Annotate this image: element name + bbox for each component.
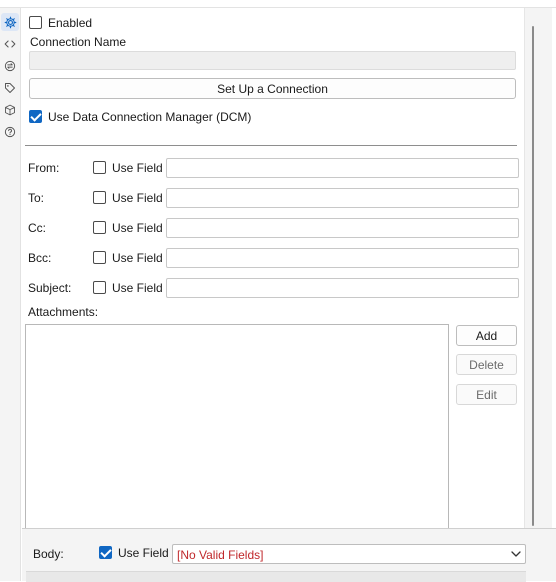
use-field-checkbox[interactable] bbox=[93, 191, 106, 204]
use-field-checkbox[interactable] bbox=[93, 251, 106, 264]
dcm-label: Use Data Connection Manager (DCM) bbox=[48, 110, 252, 124]
section-divider bbox=[25, 145, 517, 146]
code-icon[interactable] bbox=[3, 37, 17, 51]
body-label: Body: bbox=[33, 547, 64, 561]
body-use-field-label: Use Field bbox=[118, 546, 169, 560]
field-label: Bcc: bbox=[28, 251, 52, 265]
address-input[interactable] bbox=[166, 158, 519, 178]
window-top-edge bbox=[0, 0, 556, 8]
address-input[interactable] bbox=[166, 218, 519, 238]
enabled-label: Enabled bbox=[48, 16, 93, 30]
connection-name-label: Connection Name bbox=[30, 35, 127, 49]
connection-name-field[interactable] bbox=[29, 51, 516, 70]
attachments-label: Attachments: bbox=[28, 305, 99, 319]
attachments-list[interactable] bbox=[25, 324, 449, 530]
use-field-label: Use Field bbox=[112, 221, 163, 235]
package-icon[interactable] bbox=[3, 103, 17, 117]
help-icon[interactable] bbox=[3, 125, 17, 139]
dcm-checkbox[interactable] bbox=[29, 110, 42, 123]
sidebar-rail bbox=[0, 8, 21, 581]
body-use-field-checkbox[interactable] bbox=[99, 546, 112, 559]
scrollbar-thumb[interactable] bbox=[532, 26, 534, 526]
body-field-select[interactable]: [No Valid Fields] bbox=[172, 544, 526, 564]
address-input[interactable] bbox=[166, 188, 519, 208]
add-attachment-button[interactable]: Add bbox=[456, 325, 517, 346]
configuration-panel: Enabled Connection Name Set Up a Connect… bbox=[22, 8, 524, 530]
field-label: Subject: bbox=[28, 281, 72, 295]
address-input[interactable] bbox=[166, 278, 519, 298]
use-field-label: Use Field bbox=[112, 191, 163, 205]
use-field-checkbox[interactable] bbox=[93, 161, 106, 174]
set-up-connection-button[interactable]: Set Up a Connection bbox=[29, 78, 516, 99]
delete-attachment-button[interactable]: Delete bbox=[456, 354, 517, 375]
use-field-checkbox[interactable] bbox=[93, 281, 106, 294]
chevron-down-icon bbox=[511, 551, 521, 557]
field-label: Cc: bbox=[28, 221, 46, 235]
use-field-label: Use Field bbox=[112, 251, 163, 265]
footer-lower-strip bbox=[26, 571, 526, 582]
vertical-scrollbar[interactable] bbox=[524, 8, 552, 528]
settings-icon[interactable] bbox=[1, 13, 19, 31]
field-label: To: bbox=[28, 191, 45, 205]
address-input[interactable] bbox=[166, 248, 519, 268]
tag-icon[interactable] bbox=[3, 81, 17, 95]
use-field-label: Use Field bbox=[112, 161, 163, 175]
edit-attachment-button[interactable]: Edit bbox=[456, 384, 517, 405]
connector-icon[interactable] bbox=[3, 59, 17, 73]
body-footer: Body: Use Field [No Valid Fields] bbox=[22, 528, 556, 582]
use-field-checkbox[interactable] bbox=[93, 221, 106, 234]
use-field-label: Use Field bbox=[112, 281, 163, 295]
enabled-checkbox[interactable] bbox=[29, 16, 42, 29]
body-field-value: [No Valid Fields] bbox=[177, 548, 264, 562]
field-label: From: bbox=[28, 161, 60, 175]
